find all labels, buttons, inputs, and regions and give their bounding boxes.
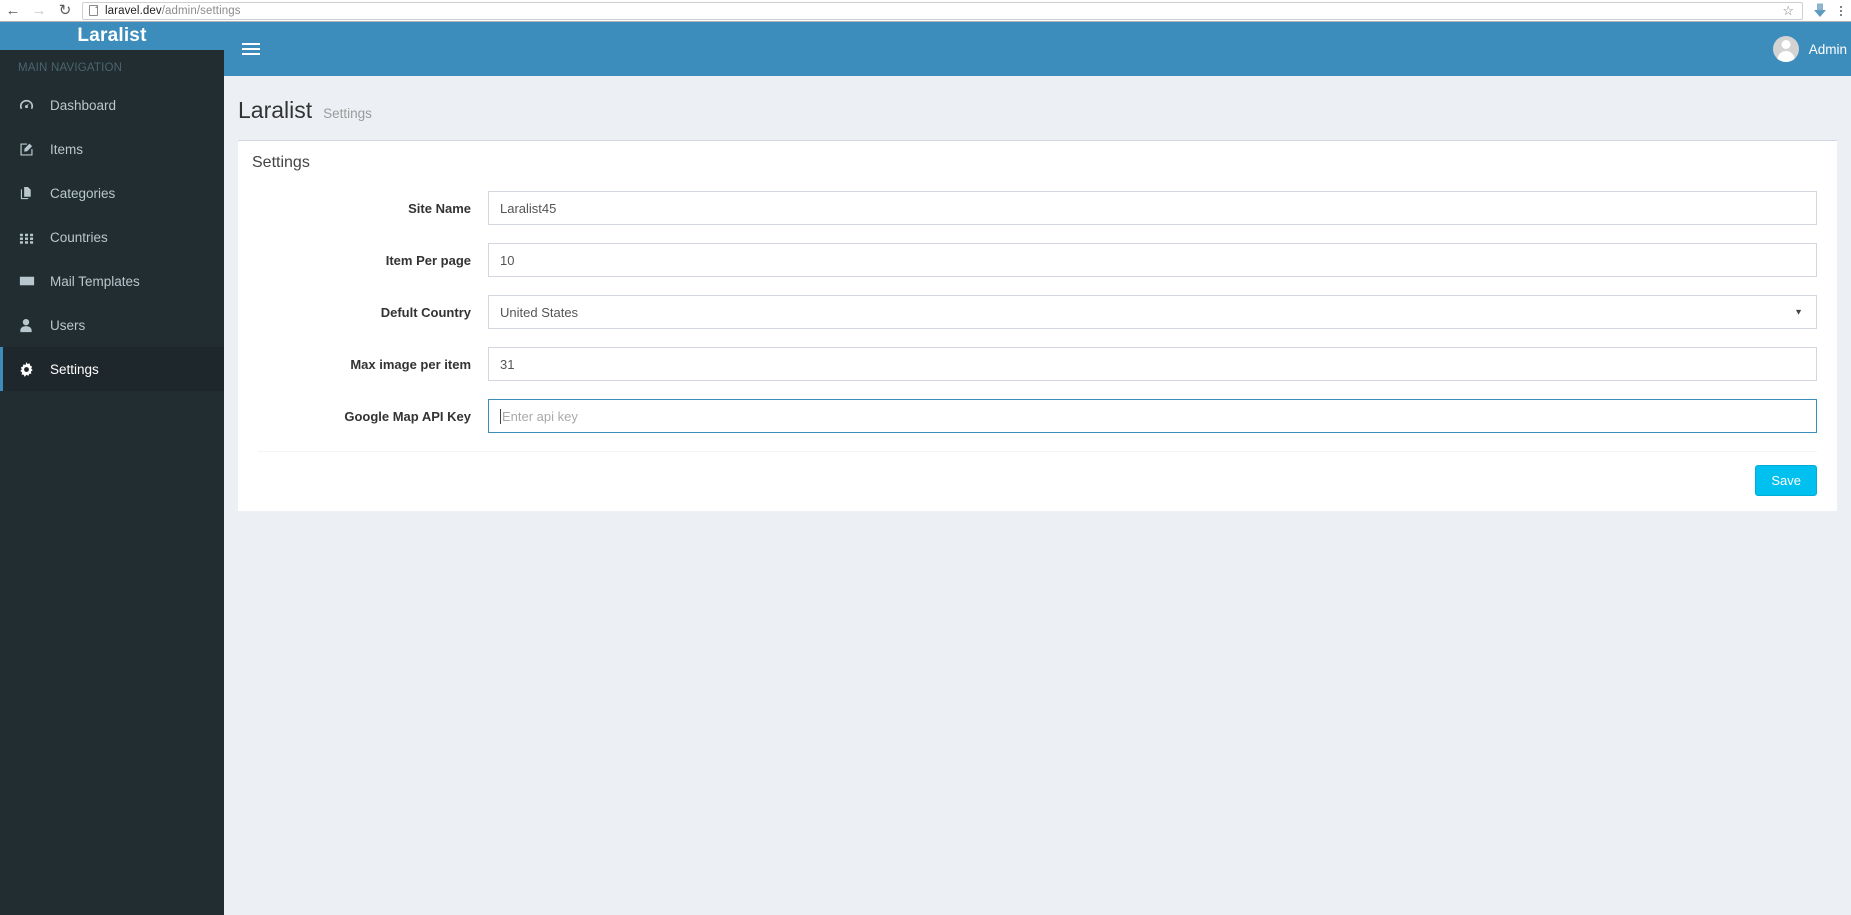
edit-icon: [19, 142, 41, 157]
three-dot-menu-icon[interactable]: [1831, 0, 1851, 22]
sidebar-logo[interactable]: Laralist: [0, 22, 224, 50]
page-subtitle: Settings: [323, 106, 372, 121]
sidebar-item-countries[interactable]: Countries: [0, 215, 224, 259]
url-text: laravel.dev/admin/settings: [105, 5, 241, 17]
google-map-api-key-input[interactable]: Enter api key: [488, 399, 1817, 433]
menu-dot: [1840, 5, 1842, 8]
form-row-default-country: Defult Country United States ▼: [238, 295, 1837, 329]
sidebar-item-label: Settings: [50, 361, 99, 377]
sidebar-item-label: Users: [50, 317, 86, 333]
reload-icon[interactable]: ↻: [52, 0, 78, 22]
user-icon: [19, 318, 41, 333]
settings-form: Site Name Laralist45 Item Per page 10 De…: [238, 181, 1837, 433]
app-root: Laralist MAIN NAVIGATION Dashboard Items: [0, 22, 1851, 915]
form-row-google-map-api-key: Google Map API Key Enter api key: [238, 399, 1837, 433]
sidebar-item-users[interactable]: Users: [0, 303, 224, 347]
sidebar-item-mail-templates[interactable]: Mail Templates: [0, 259, 224, 303]
save-button[interactable]: Save: [1755, 465, 1817, 496]
sidebar-section-header: MAIN NAVIGATION: [18, 62, 123, 74]
google-map-api-key-placeholder: Enter api key: [502, 408, 578, 424]
site-name-input[interactable]: Laralist45: [488, 191, 1817, 225]
default-country-select[interactable]: United States ▼: [488, 295, 1817, 329]
default-country-value: United States: [500, 304, 579, 320]
sidebar-item-label: Dashboard: [50, 97, 117, 113]
menu-dot: [1840, 9, 1842, 12]
hamburger-bar: [242, 43, 260, 45]
chevron-down-icon: ▼: [1794, 307, 1803, 317]
hamburger-bar: [242, 53, 260, 55]
sidebar-item-label: Items: [50, 141, 84, 157]
max-image-per-item-input[interactable]: 31: [488, 347, 1817, 381]
forward-arrow-icon: →: [31, 2, 47, 19]
browser-chrome: ← → ↻ laravel.dev/admin/settings ☆: [0, 0, 1851, 22]
user-menu[interactable]: Admin: [1772, 22, 1851, 76]
form-row-max-image-per-item: Max image per item 31: [238, 347, 1837, 381]
sidebar-item-dashboard[interactable]: Dashboard: [0, 83, 224, 127]
url-host: laravel.dev: [105, 4, 162, 17]
grid-icon: [19, 230, 41, 245]
url-bar[interactable]: laravel.dev/admin/settings ☆: [82, 1, 1803, 20]
url-path: /admin/settings: [161, 4, 241, 17]
gear-icon: [19, 361, 41, 377]
download-icon[interactable]: [1809, 3, 1831, 18]
hamburger-icon[interactable]: [238, 36, 264, 62]
site-name-label: Site Name: [408, 200, 471, 216]
user-name-label: Admin: [1808, 41, 1847, 57]
sidebar-item-items[interactable]: Items: [0, 127, 224, 171]
hamburger-bar: [242, 48, 260, 50]
box-header: Settings: [238, 141, 1837, 181]
item-per-page-label: Item Per page: [385, 252, 471, 268]
copy-icon: [19, 186, 41, 201]
google-map-api-key-label: Google Map API Key: [344, 408, 471, 424]
content-area: Laralist Settings Settings Site Name Lar…: [224, 76, 1851, 915]
page-document-icon: [89, 5, 98, 16]
default-country-label: Defult Country: [380, 304, 471, 320]
text-cursor: [500, 408, 501, 424]
site-name-value: Laralist45: [500, 200, 557, 216]
form-footer: Save: [258, 451, 1817, 509]
box-title: Settings: [252, 154, 310, 171]
menu-dot: [1840, 13, 1842, 16]
settings-box: Settings Site Name Laralist45 Item Per p…: [238, 140, 1837, 511]
avatar-head: [1781, 40, 1791, 49]
back-arrow-icon[interactable]: ←: [0, 0, 26, 22]
item-per-page-value: 10: [500, 252, 515, 268]
content-header: Laralist Settings: [224, 76, 1851, 140]
dashboard-icon: [19, 98, 41, 113]
form-row-site-name: Site Name Laralist45: [238, 191, 1837, 225]
avatar: [1772, 36, 1799, 62]
page-title: Laralist: [238, 97, 313, 123]
sidebar-item-categories[interactable]: Categories: [0, 171, 224, 215]
sidebar-item-label: Countries: [50, 229, 108, 245]
max-image-per-item-value: 31: [500, 356, 515, 372]
form-row-item-per-page: Item Per page 10: [238, 243, 1837, 277]
topbar: Admin: [224, 22, 1851, 76]
item-per-page-input[interactable]: 10: [488, 243, 1817, 277]
max-image-per-item-label: Max image per item: [350, 356, 471, 372]
sidebar: Laralist MAIN NAVIGATION Dashboard Items: [0, 22, 224, 915]
avatar-body: [1777, 51, 1795, 62]
sidebar-item-label: Categories: [50, 185, 116, 201]
star-icon[interactable]: ☆: [1782, 3, 1796, 19]
sidebar-item-settings[interactable]: Settings: [0, 347, 224, 391]
envelope-icon: [19, 273, 41, 289]
sidebar-item-label: Mail Templates: [50, 273, 140, 289]
